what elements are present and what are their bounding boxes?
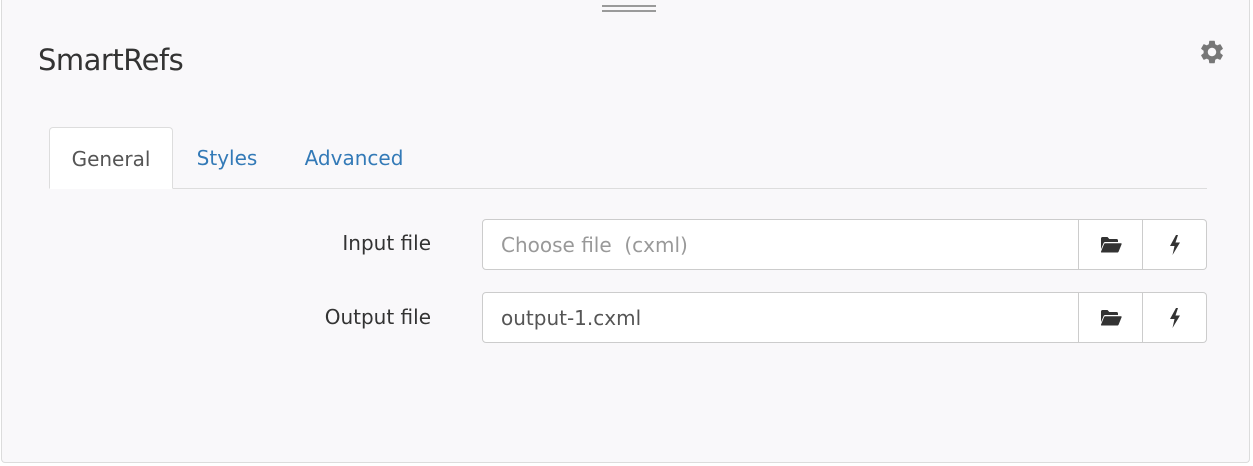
input-file-group [482,219,1207,270]
tab-advanced[interactable]: Advanced [293,127,415,189]
folder-open-icon [1100,309,1122,325]
input-file-field[interactable] [482,219,1079,270]
output-file-label: Output file [324,305,431,329]
output-file-group [482,292,1207,343]
smartrefs-panel: SmartRefs General Styles Advanced Input … [1,0,1250,463]
settings-button[interactable] [1198,38,1226,66]
gear-icon [1201,40,1223,64]
lightning-bolt-icon [1169,307,1180,328]
input-file-action-button[interactable] [1143,219,1207,270]
panel-title: SmartRefs [38,43,184,77]
output-file-action-button[interactable] [1143,292,1207,343]
panel-resize-handle[interactable] [602,5,656,12]
tab-styles[interactable]: Styles [185,127,269,189]
drag-handle-icon [602,5,656,7]
output-file-field[interactable] [482,292,1079,343]
drag-handle-icon-line [602,10,656,12]
tab-bar: General Styles Advanced [49,127,1207,189]
lightning-bolt-icon [1169,234,1180,255]
input-file-label: Input file [342,231,431,255]
input-file-browse-button[interactable] [1079,219,1143,270]
output-file-browse-button[interactable] [1079,292,1143,343]
tab-general[interactable]: General [49,127,173,189]
folder-open-icon [1100,236,1122,252]
